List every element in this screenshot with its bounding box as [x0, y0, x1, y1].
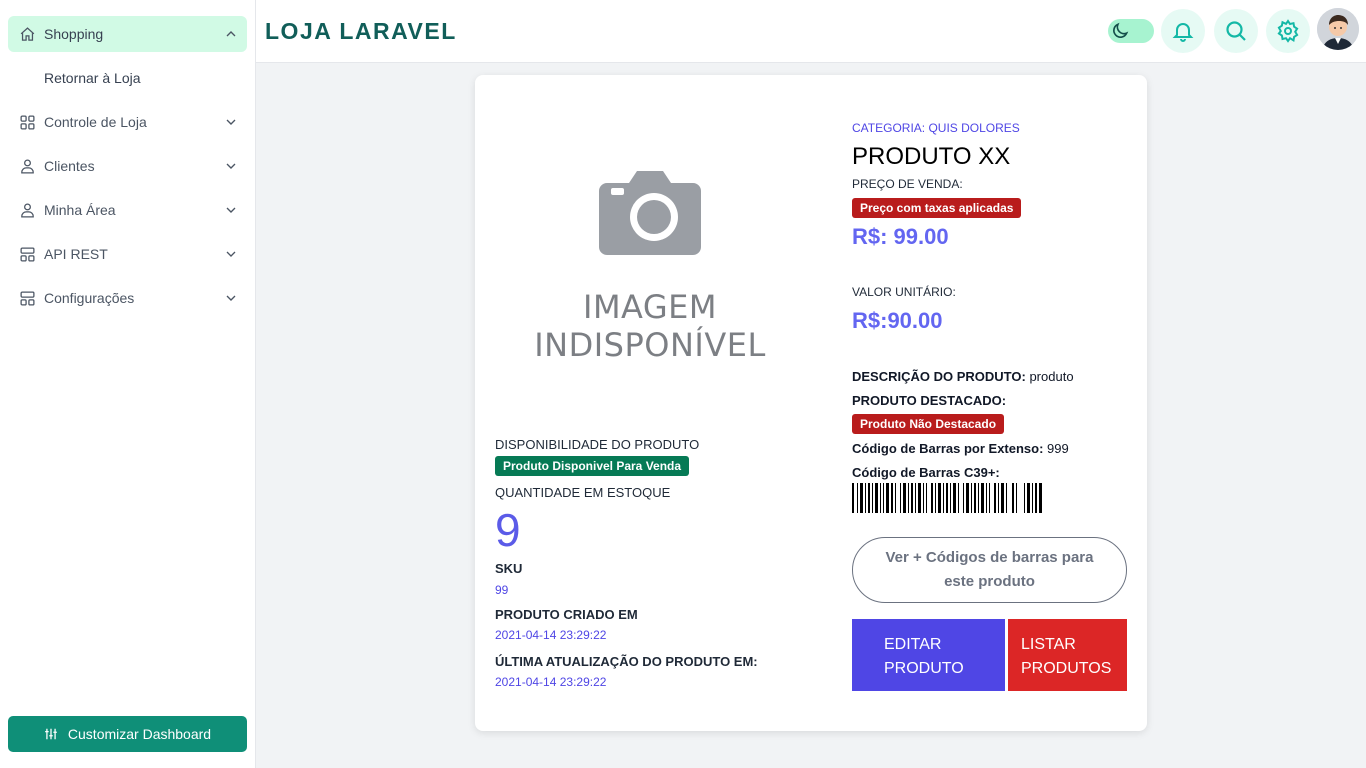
sidebar: Shopping Retornar à Loja Controle de Loj… — [0, 0, 256, 768]
edit-product-line1: EDITAR — [884, 636, 942, 653]
stock-value: 9 — [495, 504, 521, 556]
home-icon — [18, 25, 36, 43]
sidebar-item-label: API REST — [44, 246, 108, 262]
sale-price-label: PREÇO DE VENDA: — [852, 177, 963, 191]
bell-icon — [1172, 23, 1194, 42]
sidebar-item-api-rest[interactable]: API REST — [8, 236, 247, 272]
barcode-text-value: 999 — [1047, 441, 1069, 456]
sidebar-item-clients[interactable]: Clientes — [8, 148, 247, 184]
product-card: IMAGEM INDISPONÍVEL DISPONIBILIDADE DO P… — [475, 75, 1147, 731]
barcode-image — [852, 483, 1042, 513]
barcode-c39-row: Código de Barras C39+: — [852, 465, 1000, 480]
image-unavailable-placeholder: IMAGEM INDISPONÍVEL — [510, 163, 790, 383]
view-more-barcodes-line1: Ver + Códigos de barras para — [885, 549, 1094, 566]
chevron-up-icon — [226, 31, 236, 37]
chevron-down-icon — [226, 207, 236, 213]
unit-value-label: VALOR UNITÁRIO: — [852, 285, 956, 299]
image-unavailable-line1: IMAGEM — [583, 288, 717, 326]
sidebar-item-label: Configurações — [44, 290, 135, 306]
product-name: PRODUTO XX — [852, 143, 1011, 170]
barcode-text-label: Código de Barras por Extenso: — [852, 441, 1044, 456]
sidebar-item-label: Shopping — [44, 26, 104, 42]
sidebar-item-label: Clientes — [44, 158, 95, 174]
featured-row: PRODUTO DESTACADO: — [852, 393, 1006, 408]
sidebar-item-my-area[interactable]: Minha Área — [8, 192, 247, 228]
customize-dashboard-button[interactable]: Customizar Dashboard — [8, 716, 247, 752]
created-value: 2021-04-14 23:29:22 — [495, 628, 607, 642]
list-products-line2: PRODUTOS — [1021, 660, 1112, 677]
stock-label: QUANTIDADE EM ESTOQUE — [495, 485, 671, 500]
created-label: PRODUTO CRIADO EM — [495, 607, 638, 622]
availability-badge: Produto Disponivel Para Venda — [495, 456, 690, 476]
sidebar-item-settings[interactable]: Configurações — [8, 280, 247, 316]
sidebar-item-label: Minha Área — [44, 202, 116, 218]
camera-icon — [599, 171, 701, 255]
chevron-down-icon — [226, 251, 236, 257]
user-icon — [18, 201, 36, 219]
product-category: CATEGORIA: QUIS DOLORES — [852, 121, 1020, 135]
notifications-button[interactable] — [1161, 9, 1205, 53]
layout-icon — [18, 289, 36, 307]
sliders-icon — [45, 728, 57, 740]
avatar[interactable] — [1317, 8, 1359, 50]
description-row: DESCRIÇÃO DO PRODUTO: produto — [852, 369, 1074, 384]
sku-label: SKU — [495, 561, 523, 576]
chevron-down-icon — [226, 163, 236, 169]
grid-icon — [18, 113, 36, 131]
image-unavailable-line2: INDISPONÍVEL — [534, 326, 766, 364]
gear-icon — [1277, 19, 1299, 43]
sidebar-item-store-control[interactable]: Controle de Loja — [8, 104, 247, 140]
sidebar-item-shopping[interactable]: Shopping — [8, 16, 247, 52]
layout-icon — [18, 245, 36, 263]
updated-label: ÚLTIMA ATUALIZAÇÃO DO PRODUTO EM: — [495, 654, 758, 669]
search-button[interactable] — [1214, 9, 1258, 53]
dark-mode-toggle[interactable] — [1108, 19, 1154, 43]
description-value: produto — [1029, 369, 1074, 384]
sidebar-item-label: Controle de Loja — [44, 114, 147, 130]
user-icon — [18, 157, 36, 175]
top-header: LOJA LARAVEL — [256, 0, 1366, 63]
chevron-down-icon — [226, 119, 236, 125]
customize-dashboard-label: Customizar Dashboard — [67, 726, 212, 742]
moon-icon — [1113, 22, 1129, 38]
featured-label: PRODUTO DESTACADO: — [852, 393, 1007, 408]
search-icon — [1226, 21, 1246, 41]
chevron-down-icon — [226, 295, 236, 301]
barcode-c39-label: Código de Barras C39+: — [852, 465, 1000, 480]
sidebar-subitem-return-store[interactable]: Retornar à Loja — [44, 70, 141, 86]
description-label: DESCRIÇÃO DO PRODUTO: — [852, 369, 1026, 384]
edit-product-button[interactable]: EDITAR PRODUTO — [852, 619, 1005, 691]
updated-value: 2021-04-14 23:29:22 — [495, 675, 607, 689]
barcode-text-row: Código de Barras por Extenso: 999 — [852, 441, 1069, 456]
list-products-button[interactable]: LISTAR PRODUTOS — [1008, 619, 1127, 691]
sku-value: 99 — [495, 583, 509, 597]
tax-badge: Preço com taxas aplicadas — [852, 198, 1022, 218]
view-more-barcodes-button[interactable]: Ver + Códigos de barras para este produt… — [852, 537, 1127, 603]
view-more-barcodes-line2: este produto — [944, 573, 1035, 590]
availability-label: DISPONIBILIDADE DO PRODUTO — [495, 437, 700, 452]
unit-value: R$:90.00 — [852, 308, 943, 333]
list-products-line1: LISTAR — [1021, 636, 1076, 653]
settings-button[interactable] — [1266, 9, 1310, 53]
sale-price-value: R$: 99.00 — [852, 224, 949, 249]
edit-product-line2: PRODUTO — [884, 660, 964, 677]
brand-title: LOJA LARAVEL — [265, 18, 457, 44]
featured-badge: Produto Não Destacado — [852, 414, 1005, 434]
